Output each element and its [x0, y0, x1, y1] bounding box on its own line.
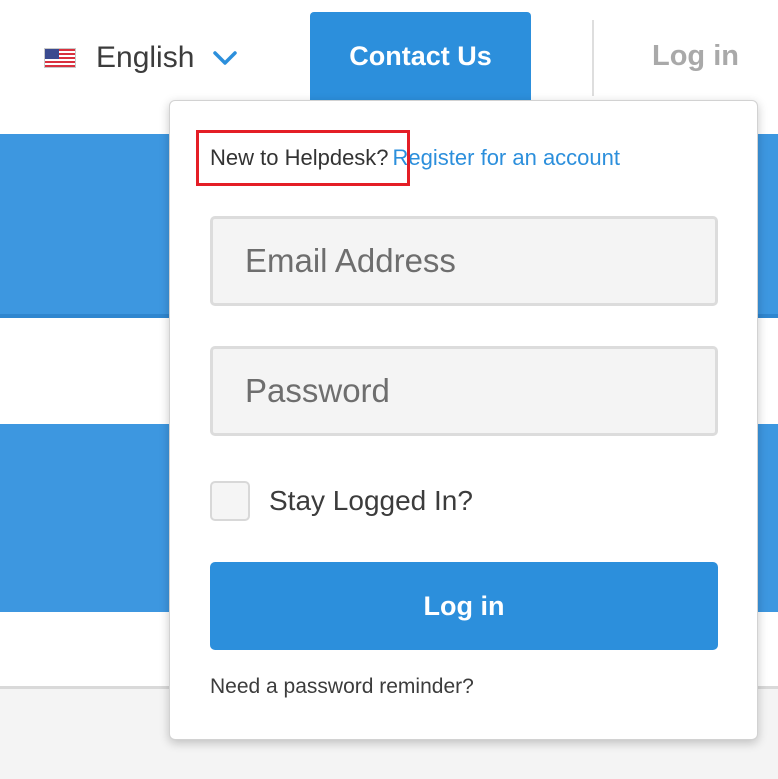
stay-logged-in-checkbox[interactable] [210, 481, 250, 521]
new-to-helpdesk-text: New to Helpdesk? [210, 145, 389, 170]
stay-logged-in-option[interactable]: Stay Logged In? [210, 481, 473, 521]
language-label: English [96, 41, 195, 74]
nav-divider [592, 20, 594, 96]
register-prompt-row: New to Helpdesk? Register for an account [210, 145, 620, 171]
login-dropdown-panel: New to Helpdesk? Register for an account… [169, 100, 758, 740]
contact-us-button[interactable]: Contact Us [310, 12, 531, 102]
login-submit-button[interactable]: Log in [210, 562, 718, 650]
register-link[interactable]: Register for an account [393, 145, 620, 171]
chevron-down-icon [213, 51, 238, 65]
language-selector[interactable]: English [44, 38, 238, 78]
stay-logged-in-label: Stay Logged In? [269, 485, 473, 516]
login-nav-link[interactable]: Log in [652, 40, 739, 73]
email-field[interactable] [210, 216, 718, 306]
password-field[interactable] [210, 346, 718, 436]
top-nav-bar: English Contact Us Log in [0, 0, 778, 102]
password-reminder-link[interactable]: Need a password reminder? [210, 675, 474, 699]
us-flag-icon [44, 48, 76, 68]
